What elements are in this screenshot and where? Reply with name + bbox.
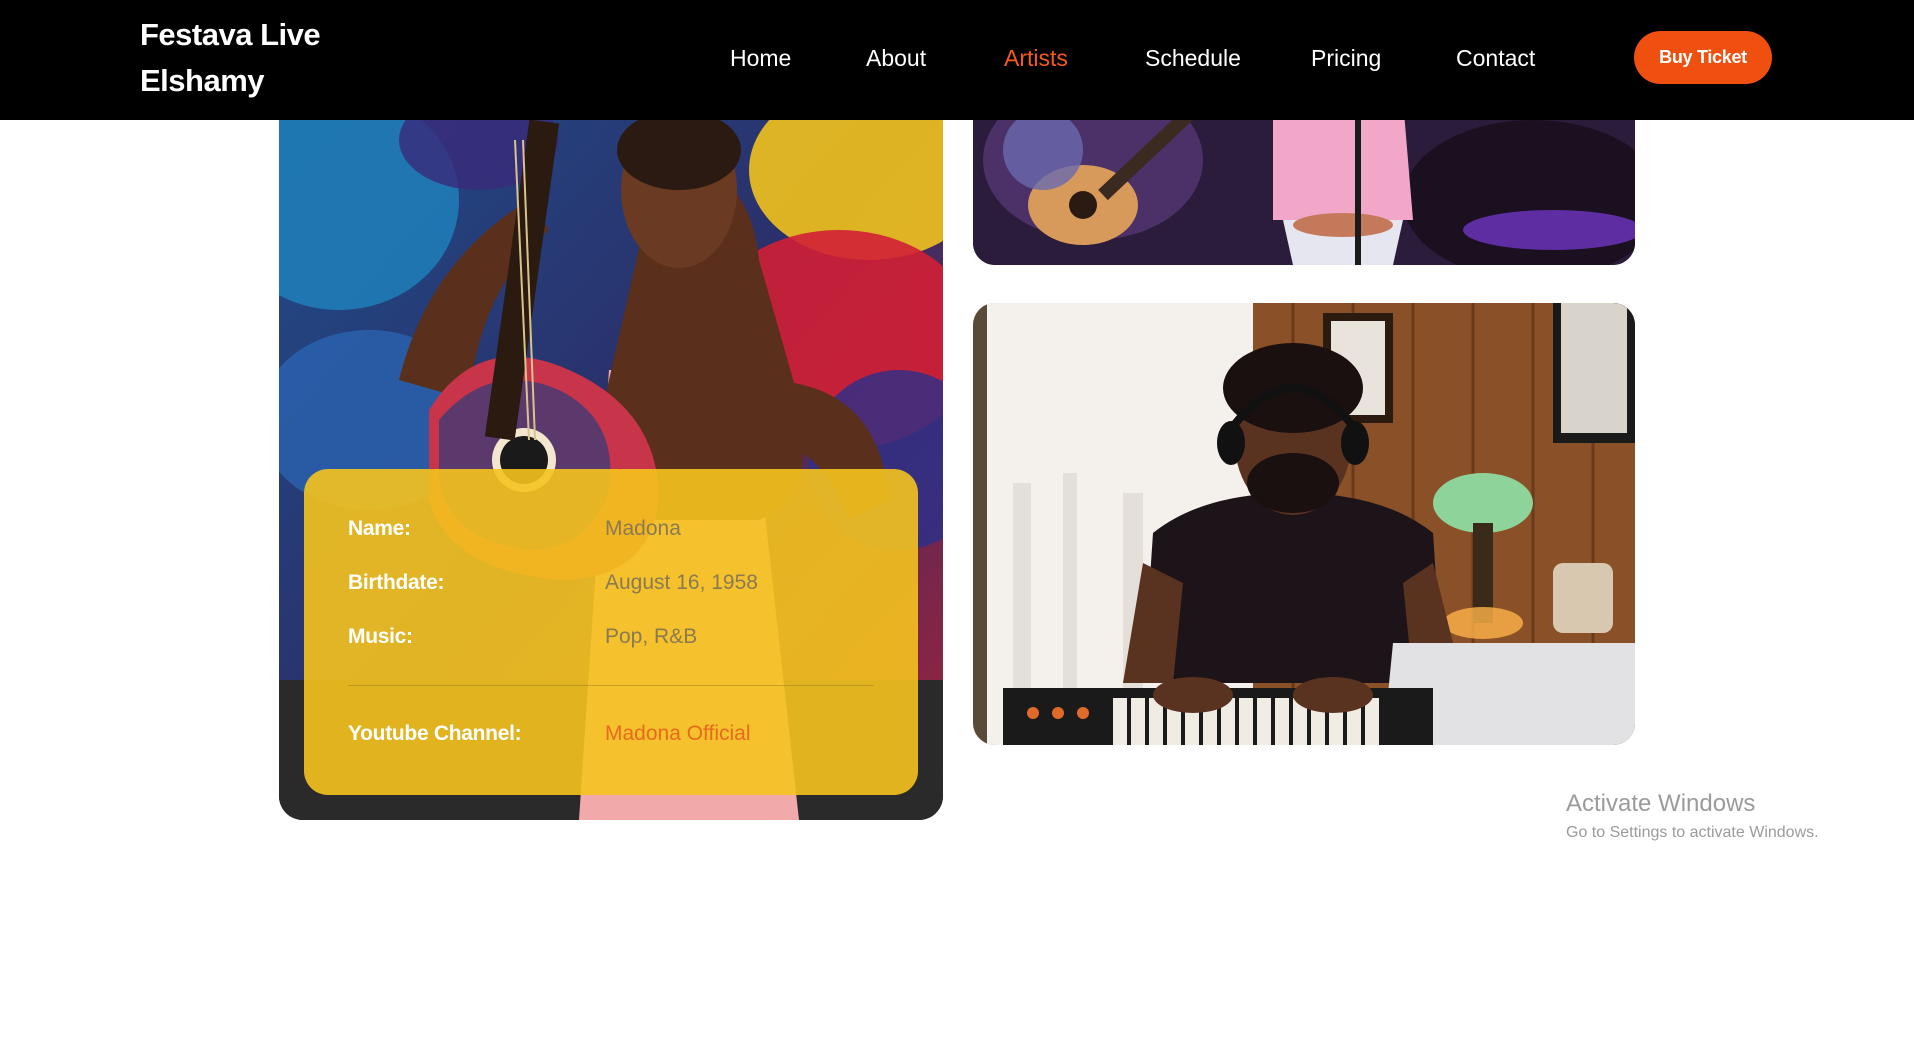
keyboardist-photo-illustration [973,303,1635,745]
artist-photo-madona: Name: Madona Birthdate: August 16, 1958 … [279,80,943,820]
name-value: Madona [605,517,681,540]
info-row-youtube: Youtube Channel: Madona Official [348,712,874,766]
youtube-channel-link[interactable]: Madona Official [605,722,751,746]
nav-pricing[interactable]: Pricing [1311,38,1381,78]
artist-info-card: Name: Madona Birthdate: August 16, 1958 … [304,469,918,795]
nav-schedule[interactable]: Schedule [1145,38,1241,78]
music-value: Pop, R&B [605,625,698,648]
nav-about[interactable]: About [866,38,926,78]
info-row-name: Name: Madona [348,507,874,561]
youtube-label: Youtube Channel: [348,722,522,745]
band-photo-illustration [973,100,1635,265]
brand-line-1: Festava Live [140,17,321,52]
name-label: Name: [348,517,411,540]
nav-artists[interactable]: Artists [1004,38,1068,78]
info-row-music: Music: Pop, R&B [348,615,874,669]
brand-line-2: Elshamy [140,63,265,98]
music-label: Music: [348,625,413,648]
buy-ticket-button[interactable]: Buy Ticket [1634,31,1772,84]
info-divider [348,685,874,686]
brand-logo[interactable]: Festava Live Elshamy [140,12,321,104]
artist-photo-keyboardist [973,303,1635,745]
info-row-birthdate: Birthdate: August 16, 1958 [348,561,874,615]
navbar: Festava Live Elshamy Home About Artists … [0,0,1914,120]
nav-contact[interactable]: Contact [1456,38,1535,78]
artist-photo-band [973,100,1635,265]
birthdate-value: August 16, 1958 [605,571,758,594]
activate-windows-subtitle: Go to Settings to activate Windows. [1566,824,1819,841]
nav-home[interactable]: Home [730,38,791,78]
birthdate-label: Birthdate: [348,571,445,594]
activate-windows-title: Activate Windows [1566,790,1756,817]
